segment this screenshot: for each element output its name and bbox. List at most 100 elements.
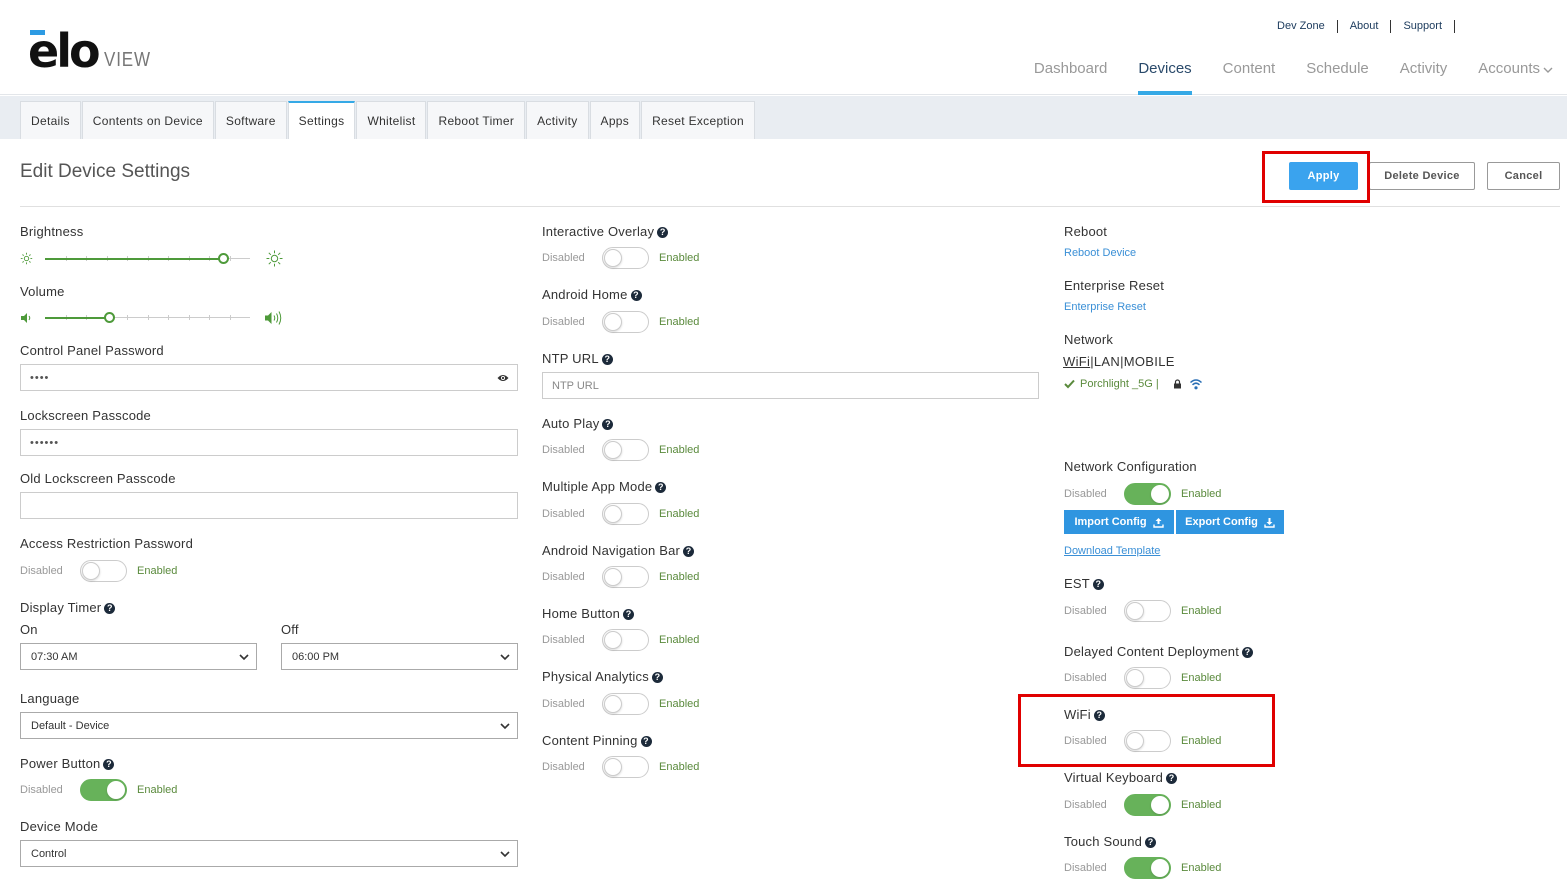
access-restriction-password-toggle[interactable] [80,560,127,582]
help-icon[interactable]: ? [630,290,642,301]
old-lockscreen-passcode-field[interactable] [20,492,518,519]
nav-schedule[interactable]: Schedule [1306,60,1369,95]
chevron-down-icon [500,654,510,661]
auto-play-toggle-row: Disabled Enabled [542,439,699,461]
device-subtabs: Details Contents on Device Software Sett… [20,101,756,139]
tab-software[interactable]: Software [214,101,287,139]
delayed-content-deployment-label-text: Delayed Content Deployment [1064,644,1240,659]
display-timer-on-select[interactable]: 07:30 AM [20,643,257,670]
physical-analytics-toggle[interactable] [602,693,649,715]
ntp-url-input[interactable]: NTP URL [542,372,1039,399]
disabled-text: Disabled [1064,488,1107,500]
display-timer-off-select[interactable]: 06:00 PM [281,643,518,670]
touch-sound-label: Touch Sound? [1064,834,1157,849]
help-icon[interactable]: ? [657,227,669,238]
help-icon[interactable]: ? [651,672,663,683]
control-panel-password-field[interactable]: •••• [20,364,518,391]
help-icon[interactable]: ? [1166,773,1178,784]
nav-activity[interactable]: Activity [1400,60,1448,95]
enterprise-reset-link[interactable]: Enterprise Reset [1064,301,1146,313]
tab-reboot-timer[interactable]: Reboot Timer [427,101,526,139]
slider-thumb[interactable] [103,312,115,323]
export-config-button[interactable]: Export Config [1176,510,1284,534]
help-icon[interactable]: ? [683,546,695,557]
power-button-toggle[interactable] [80,779,127,801]
help-icon[interactable]: ? [1092,579,1104,590]
help-icon[interactable]: ? [103,759,115,770]
multiple-app-mode-toggle[interactable] [602,503,649,525]
nav-dashboard[interactable]: Dashboard [1034,60,1107,95]
toggle-knob [1126,602,1144,620]
support-link[interactable]: Support [1391,20,1455,33]
lockscreen-passcode-field[interactable]: •••••• [20,429,518,456]
brightness-high-icon [266,250,283,267]
nav-devices[interactable]: Devices [1138,60,1193,95]
touch-sound-toggle[interactable] [1124,857,1171,879]
delete-device-button[interactable]: Delete Device [1369,162,1475,190]
delayed-content-deployment-toggle[interactable] [1124,667,1171,689]
tab-whitelist[interactable]: Whitelist [356,101,427,139]
home-button-toggle[interactable] [602,629,649,651]
content-pinning-toggle[interactable] [602,756,649,778]
import-config-button[interactable]: Import Config [1064,510,1174,534]
nav-accounts[interactable]: Accounts [1478,60,1553,95]
virtual-keyboard-toggle[interactable] [1124,794,1171,816]
multiple-app-mode-label-text: Multiple App Mode [542,479,653,494]
app-header: elo VIEW Dev Zone About Support Dashboar… [0,0,1567,95]
help-icon[interactable]: ? [1242,647,1254,658]
enabled-text: Enabled [659,698,700,710]
enabled-text: Enabled [659,634,700,646]
control-panel-password-label: Control Panel Password [20,343,164,358]
reboot-device-link[interactable]: Reboot Device [1064,247,1136,259]
language-value: Default - Device [31,719,110,732]
cancel-button[interactable]: Cancel [1487,162,1560,190]
slider-tick [230,315,231,320]
network-tab-lan[interactable]: LAN [1094,354,1120,369]
tab-settings[interactable]: Settings [287,101,356,139]
tab-contents-on-device[interactable]: Contents on Device [81,101,214,139]
slider-thumb[interactable] [218,253,230,264]
est-toggle[interactable] [1124,600,1171,622]
help-icon[interactable]: ? [640,736,652,747]
display-timer-on-value: 07:30 AM [31,650,78,663]
help-icon[interactable]: ? [602,419,614,430]
network-tab-wifi[interactable]: WiFi [1063,354,1090,369]
eye-icon[interactable] [497,373,509,383]
android-home-toggle[interactable] [602,311,649,333]
slider-tick [209,315,210,320]
wifi-highlight-box [1018,694,1275,767]
enabled-text: Enabled [659,444,700,456]
tab-reset-exception[interactable]: Reset Exception [641,101,755,139]
elo-view-logo[interactable]: elo VIEW [28,28,159,74]
interactive-overlay-toggle[interactable] [602,247,649,269]
help-icon[interactable]: ? [104,603,116,614]
nav-content[interactable]: Content [1223,60,1276,95]
android-navigation-bar-toggle[interactable] [602,566,649,588]
help-icon[interactable]: ? [601,354,613,365]
dev-zone-link[interactable]: Dev Zone [1265,20,1338,33]
language-select[interactable]: Default - Device [20,712,518,739]
auto-play-toggle[interactable] [602,439,649,461]
enabled-text: Enabled [1181,862,1222,874]
about-link[interactable]: About [1338,20,1392,33]
network-tabs: WiFi|LAN|MOBILE [1063,354,1175,369]
device-mode-select[interactable]: Control [20,840,518,867]
slider-fill [45,258,224,260]
tab-activity[interactable]: Activity [526,101,589,139]
network-configuration-toggle[interactable] [1124,483,1171,505]
disabled-text: Disabled [542,634,585,646]
help-icon[interactable]: ? [623,609,635,620]
download-template-link[interactable]: Download Template [1064,545,1160,557]
tab-apps[interactable]: Apps [589,101,641,139]
wifi-signal-icon [1189,378,1202,389]
disabled-text: Disabled [542,698,585,710]
help-icon[interactable]: ? [1145,837,1157,848]
help-icon[interactable]: ? [655,482,667,493]
network-tab-mobile[interactable]: MOBILE [1124,354,1175,369]
chevron-down-icon [500,851,510,858]
chevron-down-icon [500,723,510,730]
tab-details[interactable]: Details [20,101,81,139]
enabled-text: Enabled [1181,605,1222,617]
brightness-slider[interactable] [45,251,250,267]
volume-slider[interactable] [45,310,250,326]
